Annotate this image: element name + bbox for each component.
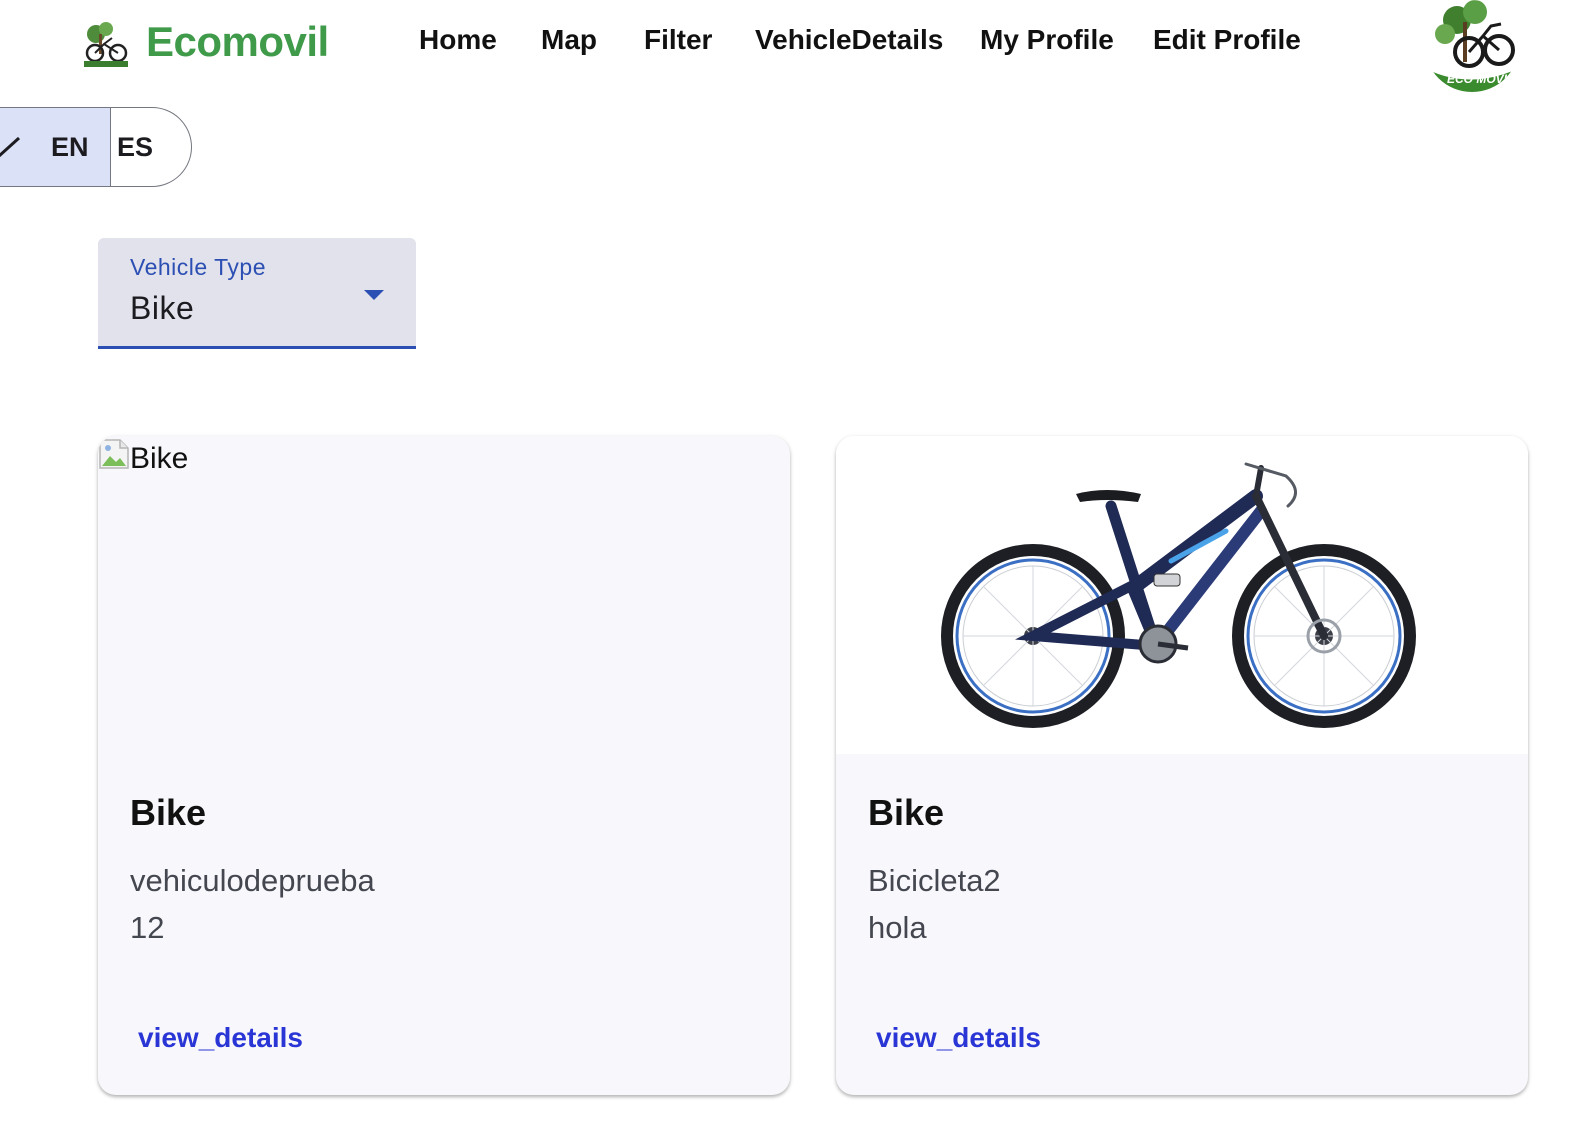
- card-vehicle-description: hola: [868, 910, 927, 945]
- vehicle-card: Bike Bike vehiculodeprueba 12 view_detai…: [98, 436, 790, 1095]
- image-alt-text: Bike: [130, 442, 189, 475]
- card-title: Bike: [868, 792, 945, 833]
- ecomovil-logo-icon[interactable]: [82, 20, 130, 68]
- check-icon: [0, 134, 21, 165]
- vehicle-image: Bike: [98, 436, 790, 754]
- nav-filter[interactable]: Filter: [644, 24, 712, 56]
- nav-vehicle-details[interactable]: VehicleDetails: [755, 24, 943, 56]
- nav-home[interactable]: Home: [419, 24, 497, 56]
- user-avatar[interactable]: ECO MOVIL: [1425, 0, 1519, 92]
- view-details-button[interactable]: view_details: [876, 1022, 1041, 1054]
- avatar-logo-text: ECO MOVIL: [1447, 72, 1515, 86]
- language-toggle: EN ES: [0, 107, 192, 187]
- broken-image-icon: [98, 438, 130, 470]
- card-title: Bike: [130, 792, 207, 833]
- view-details-button[interactable]: view_details: [138, 1022, 303, 1054]
- lang-label-en: EN: [51, 132, 89, 162]
- select-label: Vehicle Type: [130, 254, 267, 280]
- nav-my-profile[interactable]: My Profile: [980, 24, 1114, 56]
- lang-label-es: ES: [117, 132, 154, 162]
- vehicle-card: Bike Bicicleta2 hola view_details: [836, 436, 1528, 1095]
- dropdown-arrow-icon[interactable]: [364, 290, 384, 300]
- mountain-bike-photo: [836, 436, 1528, 754]
- vehicle-image: [836, 436, 1528, 754]
- vehicle-type-select[interactable]: Vehicle Type Bike: [98, 238, 416, 349]
- nav-edit-profile[interactable]: Edit Profile: [1153, 24, 1301, 56]
- card-vehicle-description: 12: [130, 910, 165, 945]
- brand-name[interactable]: Ecomovil: [146, 18, 329, 66]
- lang-option-en[interactable]: EN: [0, 108, 111, 186]
- select-value: Bike: [130, 290, 195, 326]
- lang-option-es[interactable]: ES: [111, 108, 191, 186]
- card-vehicle-name: Bicicleta2: [868, 863, 1001, 898]
- nav-map[interactable]: Map: [541, 24, 597, 56]
- card-vehicle-name: vehiculodeprueba: [130, 863, 375, 898]
